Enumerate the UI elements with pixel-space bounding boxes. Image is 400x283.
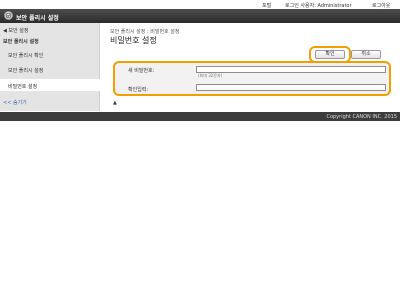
scroll-top-icon[interactable]: ▲ <box>113 100 117 106</box>
portal-link[interactable]: 포털 <box>262 2 271 9</box>
footer: Copyright CANON INC. 2015 <box>0 112 400 121</box>
app-titlebar: 보안 폴리시 설정 <box>0 9 400 23</box>
sidebar-item-password-settings[interactable]: 비밀번호 설정 <box>0 79 100 91</box>
logged-in-user: 로그인 사용자: Administrator <box>285 3 352 9</box>
app-logo-icon <box>4 11 13 20</box>
sidebar-item-policy-check[interactable]: 보안 폴리시 확인 <box>8 52 43 59</box>
breadcrumb: 보안 폴리시 설정 : 비밀번호 설정 <box>110 29 180 35</box>
copyright-text: Copyright CANON INC. 2015 <box>326 114 397 120</box>
main-content: 보안 폴리시 설정 : 비밀번호 설정 비밀번호 설정 확인 취소 새 비밀번호… <box>106 23 396 111</box>
sidebar-item-policy-settings[interactable]: 보안 폴리시 설정 <box>8 67 43 74</box>
sidebar-section-title: 보안 폴리시 설정 <box>3 39 39 45</box>
sidebar-back-link[interactable]: ◀ 보안 설정 <box>3 27 28 34</box>
logout-link[interactable]: 로그아웃 <box>372 2 390 9</box>
ok-button[interactable]: 확인 <box>315 50 345 59</box>
top-link-bar: 포털 로그인 사용자: Administrator 로그아웃 <box>0 0 400 9</box>
page-title: 비밀번호 설정 <box>110 36 157 45</box>
form-highlight <box>113 61 391 96</box>
sidebar: ◀ 보안 설정 보안 폴리시 설정 보안 폴리시 확인 보안 폴리시 설정 비밀… <box>0 23 100 111</box>
sidebar-collapse-link[interactable]: << 숨기기 <box>3 99 27 106</box>
sidebar-item-label: 비밀번호 설정 <box>8 84 38 90</box>
app-title: 보안 폴리시 설정 <box>16 15 59 22</box>
cancel-button[interactable]: 취소 <box>351 50 381 59</box>
